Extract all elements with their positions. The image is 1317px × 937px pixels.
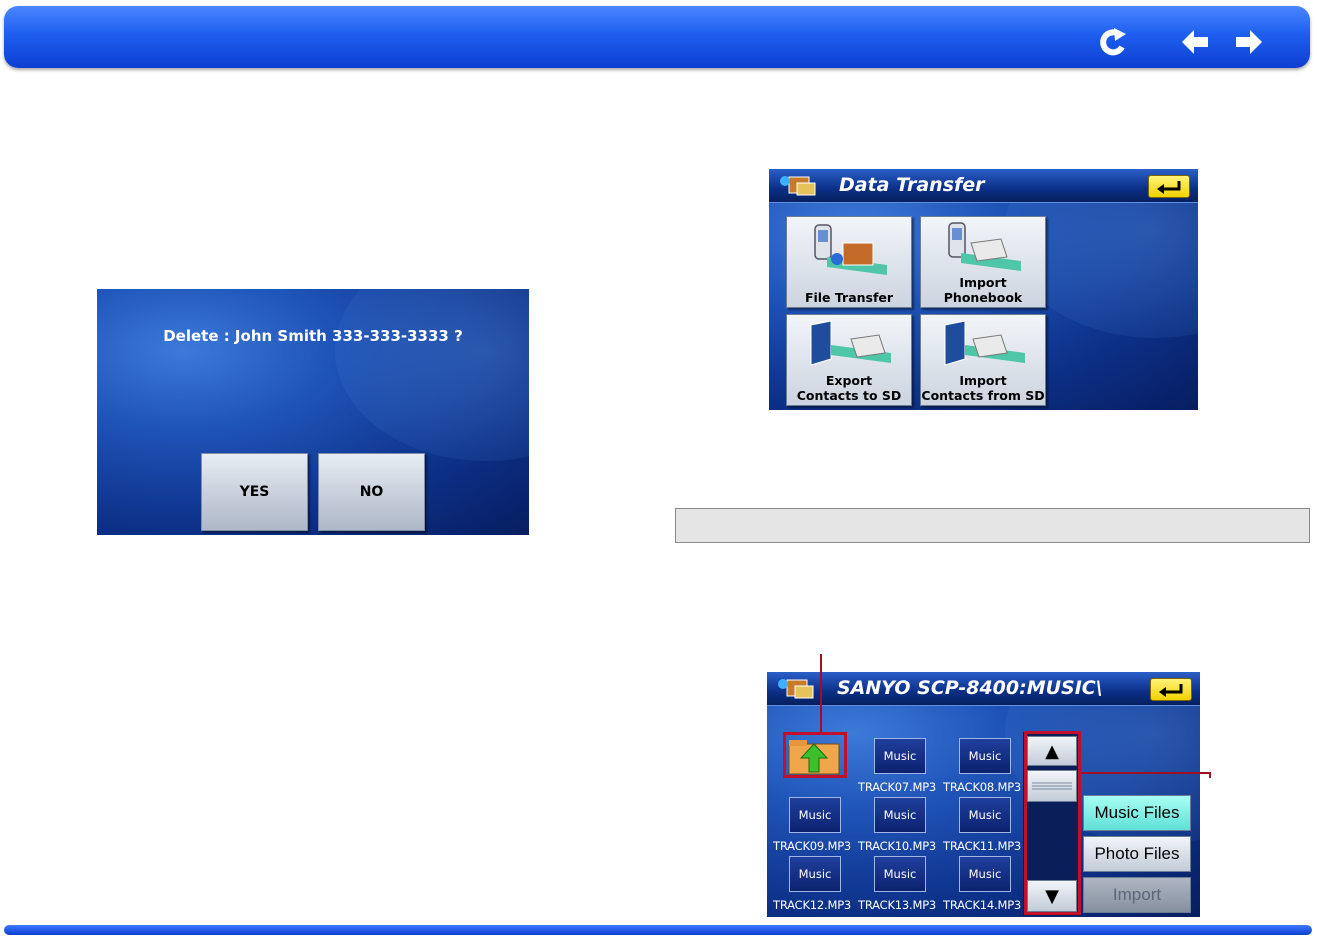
music-file-icon[interactable]: Music: [959, 738, 1011, 774]
delete-message: Delete : John Smith 333-333-3333 ?: [163, 327, 463, 345]
data-transfer-titlebar: Data Transfer: [769, 169, 1198, 203]
callout-line: [820, 654, 822, 732]
import-phonebook-tile[interactable]: Import Phonebook: [920, 216, 1046, 308]
file-name: TRACK10.MP3: [858, 839, 937, 853]
export-contacts-icon: [810, 320, 891, 366]
callout-line: [1209, 772, 1211, 778]
file-name: TRACK12.MP3: [773, 898, 852, 912]
note-band: [675, 508, 1310, 543]
file-name: TRACK09.MP3: [773, 839, 852, 853]
file-name: TRACK08.MP3: [943, 780, 1022, 794]
delete-dialog: Delete : John Smith 333-333-3333 ? YES N…: [97, 289, 529, 535]
file-transfer-icon: [814, 224, 887, 275]
file-name: TRACK07.MP3: [858, 780, 937, 794]
back-button[interactable]: [1150, 678, 1192, 701]
photo-files-button[interactable]: Photo Files: [1083, 836, 1191, 872]
music-file-icon[interactable]: Music: [789, 856, 841, 892]
import-phonebook-label: Import Phonebook: [943, 275, 1023, 305]
data-transfer-screen: Data Transfer File Transfer Import Phone…: [769, 169, 1198, 410]
app-icon: [778, 679, 814, 699]
import-phonebook-icon: [948, 222, 1021, 271]
import-button[interactable]: Import: [1083, 877, 1191, 913]
music-files-button[interactable]: Music Files: [1083, 795, 1191, 831]
file-transfer-tile[interactable]: File Transfer: [786, 216, 912, 308]
music-file-icon[interactable]: Music: [959, 856, 1011, 892]
music-file-icon[interactable]: Music: [874, 797, 926, 833]
file-name: TRACK14.MP3: [943, 898, 1022, 912]
music-file-icon[interactable]: Music: [959, 797, 1011, 833]
export-contacts-label: Export Contacts to SD: [796, 373, 902, 403]
parent-folder-highlight: [783, 732, 847, 778]
file-name: TRACK13.MP3: [858, 898, 937, 912]
back-button[interactable]: [1148, 175, 1190, 198]
music-file-icon[interactable]: Music: [789, 797, 841, 833]
data-transfer-title: Data Transfer: [839, 174, 985, 196]
footer-bar: [4, 925, 1312, 935]
file-transfer-label: File Transfer: [804, 290, 894, 305]
refresh-icon[interactable]: [1098, 26, 1130, 58]
header-bar: [4, 6, 1310, 68]
arrow-left-icon[interactable]: [1180, 26, 1212, 58]
yes-button[interactable]: YES: [201, 453, 308, 531]
import-contacts-label: Import Contacts from SD: [921, 373, 1045, 403]
no-button[interactable]: NO: [318, 453, 425, 531]
return-arrow-icon: [1157, 181, 1181, 194]
music-file-icon[interactable]: Music: [874, 738, 926, 774]
music-file-icon[interactable]: Music: [874, 856, 926, 892]
export-contacts-tile[interactable]: Export Contacts to SD: [786, 314, 912, 406]
callout-line: [1081, 772, 1209, 774]
file-name: TRACK11.MP3: [943, 839, 1022, 853]
arrow-right-icon[interactable]: [1232, 26, 1264, 58]
app-icon: [780, 176, 816, 196]
file-browser-title: SANYO SCP-8400:MUSIC\: [837, 677, 1103, 699]
scrollbar-highlight: [1024, 731, 1081, 915]
return-arrow-icon: [1159, 684, 1183, 697]
file-browser-screen: SANYO SCP-8400:MUSIC\ Music Music TRACK0…: [767, 672, 1200, 917]
import-contacts-tile[interactable]: Import Contacts from SD: [920, 314, 1046, 406]
import-contacts-icon: [944, 320, 1025, 366]
file-browser-titlebar: SANYO SCP-8400:MUSIC\: [767, 672, 1200, 706]
